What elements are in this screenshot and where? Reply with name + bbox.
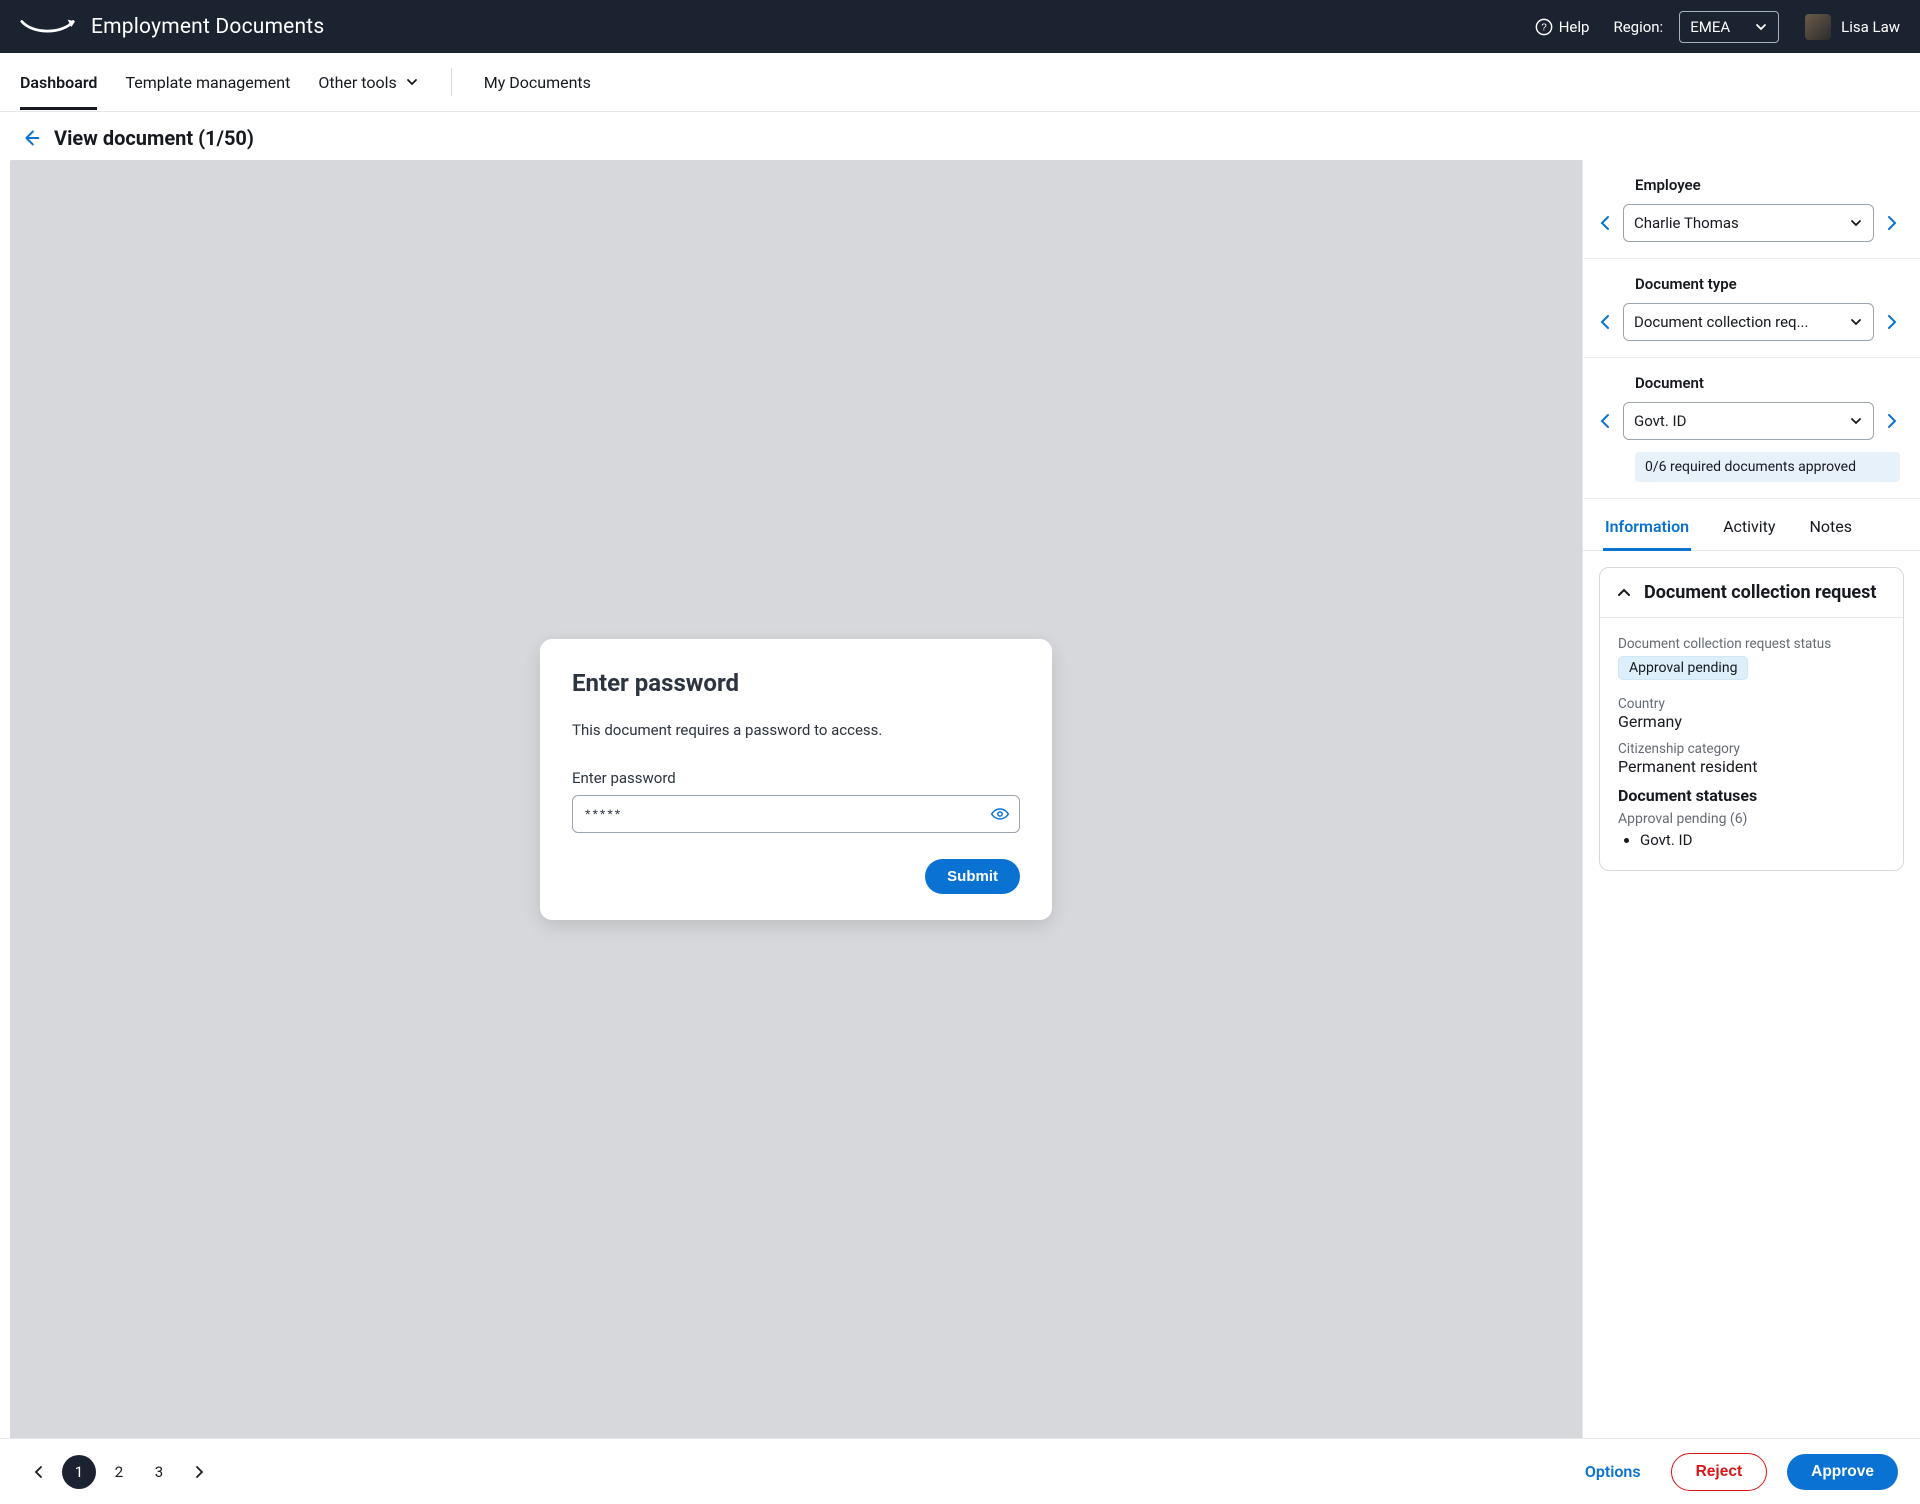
doctype-label: Document type — [1635, 275, 1900, 293]
avatar — [1805, 14, 1831, 40]
password-input[interactable] — [572, 795, 1020, 833]
chevron-up-icon — [1616, 585, 1632, 601]
page-title-row: View document (1/50) — [0, 112, 1920, 160]
password-field-label: Enter password — [572, 769, 1020, 787]
document-selector-group: Document Govt. ID 0/6 required documents… — [1583, 358, 1920, 499]
submit-button[interactable]: Submit — [925, 859, 1020, 894]
options-button[interactable]: Options — [1585, 1462, 1641, 1481]
region-label: Region: — [1613, 18, 1663, 36]
document-value: Govt. ID — [1634, 412, 1686, 430]
help-icon: ? — [1535, 18, 1553, 36]
back-arrow-icon[interactable] — [20, 127, 42, 149]
country-value: Germany — [1618, 712, 1885, 731]
detail-tabs: Information Activity Notes — [1583, 499, 1920, 551]
chevron-down-icon — [1849, 216, 1863, 230]
doc-statuses-heading: Document statuses — [1618, 786, 1885, 805]
eye-icon[interactable] — [988, 802, 1012, 826]
svg-text:?: ? — [1541, 22, 1547, 33]
brand-logo — [20, 16, 75, 38]
document-select[interactable]: Govt. ID — [1623, 402, 1874, 440]
nav-dashboard[interactable]: Dashboard — [20, 55, 97, 110]
help-link[interactable]: ? Help — [1535, 18, 1590, 36]
employee-label: Employee — [1635, 176, 1900, 194]
details-sidebar: Employee Charlie Thomas Document type — [1582, 160, 1920, 1438]
page-1[interactable]: 1 — [62, 1455, 96, 1489]
nav-other-tools-label: Other tools — [318, 73, 396, 92]
tab-activity[interactable]: Activity — [1721, 509, 1777, 550]
request-card-header[interactable]: Document collection request — [1600, 568, 1903, 618]
help-label: Help — [1559, 18, 1590, 36]
doctype-select[interactable]: Document collection req... — [1623, 303, 1874, 341]
doctype-prev-icon[interactable] — [1597, 313, 1615, 331]
main-nav: Dashboard Template management Other tool… — [0, 53, 1920, 112]
tab-information[interactable]: Information — [1603, 509, 1691, 551]
nav-divider — [451, 68, 452, 96]
document-viewer: Enter password This document requires a … — [10, 160, 1582, 1438]
region-value: EMEA — [1690, 18, 1730, 36]
employee-prev-icon[interactable] — [1597, 214, 1615, 232]
user-menu[interactable]: Lisa Law — [1805, 14, 1900, 40]
employee-selector-group: Employee Charlie Thomas — [1583, 160, 1920, 259]
request-card: Document collection request Document col… — [1599, 567, 1904, 871]
reject-button[interactable]: Reject — [1671, 1453, 1768, 1491]
page-prev-icon[interactable] — [22, 1455, 56, 1489]
doctype-next-icon[interactable] — [1882, 313, 1900, 331]
pending-group-label: Approval pending (6) — [1618, 811, 1885, 827]
pending-list: Govt. ID — [1618, 831, 1885, 849]
employee-select[interactable]: Charlie Thomas — [1623, 204, 1874, 242]
app-title: Employment Documents — [91, 15, 324, 39]
citizenship-label: Citizenship category — [1618, 741, 1885, 757]
country-label: Country — [1618, 696, 1885, 712]
nav-other-tools[interactable]: Other tools — [318, 55, 418, 110]
request-card-title: Document collection request — [1644, 582, 1876, 603]
doctype-value: Document collection req... — [1634, 313, 1808, 331]
page-2[interactable]: 2 — [102, 1455, 136, 1489]
page-title: View document (1/50) — [54, 126, 254, 150]
top-header: Employment Documents ? Help Region: EMEA… — [0, 0, 1920, 53]
employee-next-icon[interactable] — [1882, 214, 1900, 232]
citizenship-value: Permanent resident — [1618, 757, 1885, 776]
page-next-icon[interactable] — [182, 1455, 216, 1489]
password-description: This document requires a password to acc… — [572, 721, 1020, 739]
tab-notes[interactable]: Notes — [1807, 509, 1854, 550]
chevron-down-icon — [1849, 414, 1863, 428]
nav-template-management[interactable]: Template management — [125, 55, 290, 110]
doctype-selector-group: Document type Document collection req... — [1583, 259, 1920, 358]
footer-bar: 1 2 3 Options Reject Approve — [0, 1438, 1920, 1504]
nav-my-documents[interactable]: My Documents — [484, 55, 591, 110]
document-label: Document — [1635, 374, 1900, 392]
list-item: Govt. ID — [1640, 831, 1885, 849]
chevron-down-icon — [405, 75, 419, 89]
employee-value: Charlie Thomas — [1634, 214, 1739, 232]
document-next-icon[interactable] — [1882, 412, 1900, 430]
information-panel: Document collection request Document col… — [1583, 551, 1920, 1438]
status-label: Document collection request status — [1618, 636, 1885, 652]
status-badge: Approval pending — [1618, 656, 1748, 680]
region-select[interactable]: EMEA — [1679, 11, 1779, 43]
password-heading: Enter password — [572, 669, 1020, 697]
chevron-down-icon — [1754, 20, 1768, 34]
approve-button[interactable]: Approve — [1787, 1454, 1898, 1490]
chevron-down-icon — [1849, 315, 1863, 329]
document-prev-icon[interactable] — [1597, 412, 1615, 430]
password-modal: Enter password This document requires a … — [540, 639, 1052, 920]
pagination: 1 2 3 — [22, 1455, 216, 1489]
approval-summary: 0/6 required documents approved — [1635, 452, 1900, 482]
page-3[interactable]: 3 — [142, 1455, 176, 1489]
user-name: Lisa Law — [1841, 18, 1900, 36]
